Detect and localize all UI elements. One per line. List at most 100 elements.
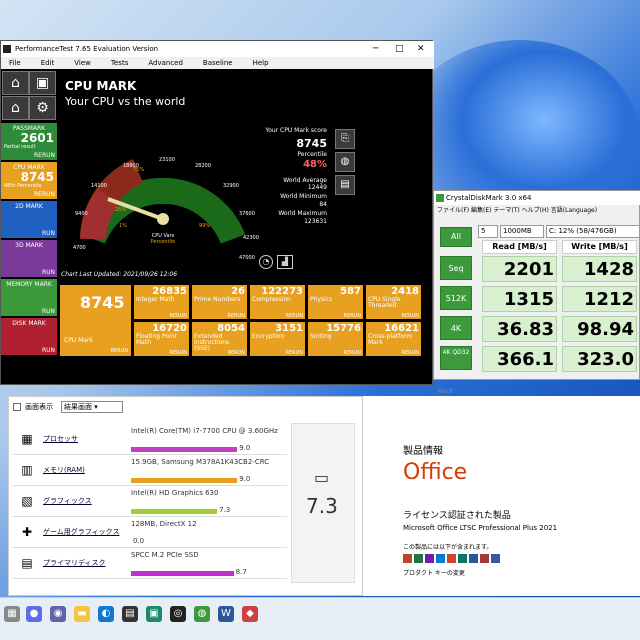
compare-icon[interactable]: ▤ xyxy=(335,175,355,195)
performancetest-taskbar-icon[interactable]: ◎ xyxy=(170,606,186,622)
mark-run-button[interactable]: RUN xyxy=(42,230,55,237)
store-icon[interactable]: ▤ xyxy=(122,606,138,622)
home-icon[interactable]: ⌂ xyxy=(2,71,29,95)
view-select[interactable]: 結果画面 ▾ xyxy=(61,401,123,413)
cdm-row-label-0[interactable]: Seq xyxy=(440,256,472,280)
tile-rerun[interactable]: RERUN xyxy=(401,350,419,356)
mark-run-button[interactable]: RERUN xyxy=(34,152,55,159)
tile-1[interactable]: 26 Prime Numbers RERUN xyxy=(191,284,248,320)
tile-2[interactable]: 122273 Compression RERUN xyxy=(249,284,306,320)
menu-view[interactable]: View xyxy=(74,57,91,69)
big-rerun[interactable]: RERUN xyxy=(110,348,128,354)
tile-rerun[interactable]: RERUN xyxy=(285,313,303,319)
cdm-count-select[interactable]: 5 xyxy=(478,225,498,238)
cdm-write-value-3: 323.0 xyxy=(562,346,637,372)
maximize-icon[interactable]: □ xyxy=(395,41,404,57)
we-row-label[interactable]: ゲーム用グラフィックス xyxy=(43,527,119,537)
menu-tests[interactable]: Tests xyxy=(111,57,128,69)
mark-4[interactable]: MEMORY MARK RUN xyxy=(1,279,57,317)
cdm-title: CrystalDiskMark 3.0 x64 xyxy=(446,194,532,202)
mark-run-button[interactable]: RUN xyxy=(42,269,55,276)
tile-3[interactable]: 587 Physics RERUN xyxy=(307,284,364,320)
tile-rerun[interactable]: RERUN xyxy=(169,350,187,356)
tile-rerun[interactable]: RERUN xyxy=(401,313,419,319)
network-icon[interactable]: ⌂ xyxy=(2,96,29,120)
we-row-2: ▧ グラフィックス Intel(R) HD Graphics 630 7.3 xyxy=(13,487,287,517)
cdm-titlebar[interactable]: CrystalDiskMark 3.0 x64 xyxy=(434,191,640,205)
tile-rerun[interactable]: RERUN xyxy=(343,350,361,356)
menu-help[interactable]: Help xyxy=(253,57,269,69)
pt-menubar: File Edit View Tests Advanced Baseline Help xyxy=(1,57,434,69)
cdm-size-select[interactable]: 1000MB xyxy=(500,225,544,238)
menu-file[interactable]: File xyxy=(9,57,21,69)
publisher-icon xyxy=(458,554,467,563)
product-info-header: 製品情報 xyxy=(403,446,443,457)
app-icon-2[interactable]: ◆ xyxy=(242,606,258,622)
app-icon-1[interactable]: ▣ xyxy=(146,606,162,622)
cdm-all-button[interactable]: All xyxy=(440,227,472,247)
file-explorer-icon[interactable]: ▬ xyxy=(74,606,90,622)
mark-run-button[interactable]: RERUN xyxy=(34,191,55,198)
tile-rerun[interactable]: RERUN xyxy=(343,313,361,319)
we-row-label[interactable]: プロセッサ xyxy=(43,434,78,444)
office-account-panel: Word 製品情報 Office ライセンス認証された製品 Microsoft … xyxy=(363,388,640,596)
contains-label: この製品には以下が含まれます。 xyxy=(403,544,493,551)
gear-icon[interactable]: ⚙ xyxy=(29,96,56,120)
tile-rerun[interactable]: RERUN xyxy=(285,350,303,356)
word-taskbar-icon[interactable]: W xyxy=(218,606,234,622)
cdm-row-label-2[interactable]: 4K xyxy=(440,316,472,340)
cdm-write-value-1: 1212 xyxy=(562,286,637,312)
tile-6[interactable]: 8054 Extended Instructions (SSE) RERUN xyxy=(191,321,248,357)
we-row-label[interactable]: プライマリディスク xyxy=(43,558,106,568)
view-select-value: 結果画面 xyxy=(64,403,92,411)
mark-0[interactable]: PASSMARK 2601 Partial result RERUN xyxy=(1,123,57,161)
crystaldiskmark-taskbar-icon[interactable]: ◍ xyxy=(194,606,210,622)
tile-8[interactable]: 15776 Sorting RERUN xyxy=(307,321,364,357)
monitor-icon[interactable]: ▣ xyxy=(29,71,56,95)
we-disk-icon: ▤ xyxy=(21,556,33,570)
pt-titlebar[interactable]: PerformanceTest 7.65 Evaluation Version … xyxy=(1,41,434,57)
mark-1[interactable]: CPU MARK 8745 48th Percentile RERUN xyxy=(1,162,57,200)
cpu-mark-tile[interactable]: 8745 CPU Mark RERUN xyxy=(59,284,132,357)
gauge-low-arc xyxy=(80,189,119,241)
mark-5[interactable]: DISK MARK RUN xyxy=(1,318,57,356)
mark-run-button[interactable]: RUN xyxy=(42,308,55,315)
gauge-tick: 9400 xyxy=(75,211,88,217)
menu-edit[interactable]: Edit xyxy=(41,57,55,69)
mark-3[interactable]: 3D MARK RUN xyxy=(1,240,57,278)
we-row-label[interactable]: メモリ(RAM) xyxy=(43,465,85,475)
tile-name: Integer Math xyxy=(136,296,175,303)
chat-icon[interactable]: ◉ xyxy=(50,606,66,622)
cdm-row-label-3[interactable]: 4K QD32 xyxy=(440,346,472,370)
mark-run-button[interactable]: RUN xyxy=(42,347,55,354)
close-icon[interactable]: ✕ xyxy=(417,41,425,57)
notification-icon[interactable]: ● xyxy=(26,606,42,622)
chart-icon[interactable]: ▟ xyxy=(277,255,293,269)
product-name: Microsoft Office LTSC Professional Plus … xyxy=(403,524,558,532)
tile-rerun[interactable]: RERUN xyxy=(227,350,245,356)
export-icon[interactable]: ⎘ xyxy=(335,129,355,149)
tile-4[interactable]: 2418 CPU Single Threaded RERUN xyxy=(365,284,422,320)
cdm-read-value-0: 2201 xyxy=(482,256,557,282)
edge-icon[interactable]: ◐ xyxy=(98,606,114,622)
widgets-icon[interactable]: ▦ xyxy=(4,606,20,622)
tile-0[interactable]: 26835 Integer Math RERUN xyxy=(133,284,190,320)
we-score-bar xyxy=(131,571,234,576)
cdm-row-label-1[interactable]: 512K xyxy=(440,286,472,310)
menu-advanced[interactable]: Advanced xyxy=(148,57,183,69)
mark-2[interactable]: 2D MARK RUN xyxy=(1,201,57,239)
cdm-menubar[interactable]: ファイル(F) 編集(E) テーマ(T) ヘルプ(H) 言語(Language) xyxy=(434,205,640,217)
we-row-label[interactable]: グラフィックス xyxy=(43,496,92,506)
tile-7[interactable]: 3151 Encryption RERUN xyxy=(249,321,306,357)
tile-5[interactable]: 16720 Floating Point Math RERUN xyxy=(133,321,190,357)
tile-rerun[interactable]: RERUN xyxy=(169,313,187,319)
change-key-link[interactable]: プロダクト キーの変更 xyxy=(403,568,465,577)
tile-rerun[interactable]: RERUN xyxy=(227,313,245,319)
minimize-icon[interactable]: ─ xyxy=(373,41,378,57)
menu-baseline[interactable]: Baseline xyxy=(203,57,233,69)
tile-9[interactable]: 16621 Cross-platform Mark RERUN xyxy=(365,321,422,357)
cdm-drive-select[interactable]: C: 12% (58/476GB) xyxy=(546,225,640,238)
globe-icon[interactable]: ◍ xyxy=(335,152,355,172)
view-checkbox[interactable] xyxy=(13,403,21,411)
speed-icon[interactable]: ◔ xyxy=(259,255,273,269)
